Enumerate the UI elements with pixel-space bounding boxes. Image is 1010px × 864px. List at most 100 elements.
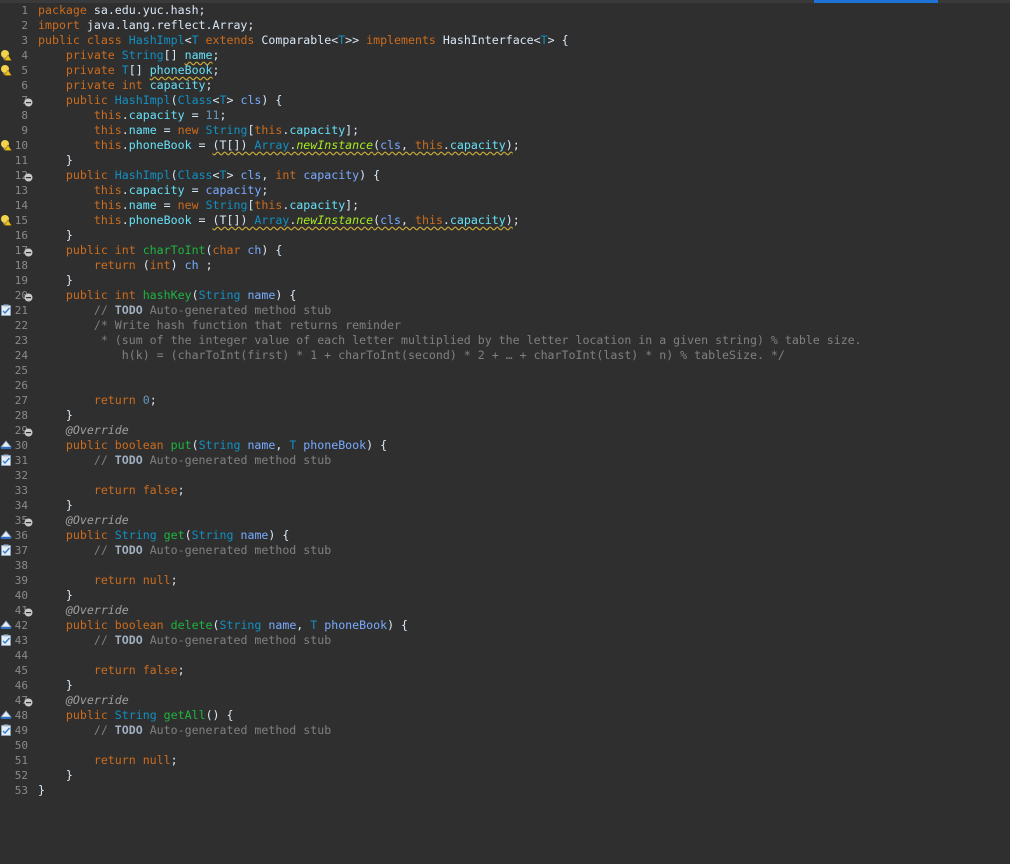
line-gutter[interactable]: 4 bbox=[0, 48, 30, 63]
code-line[interactable]: 7 public HashImpl(Class<T> cls) { bbox=[0, 93, 1010, 108]
code-line[interactable]: 49 // TODO Auto-generated method stub bbox=[0, 723, 1010, 738]
code-line[interactable]: 47 @Override bbox=[0, 693, 1010, 708]
line-gutter[interactable]: 32 bbox=[0, 468, 30, 483]
code-line[interactable]: 1 package sa.edu.yuc.hash; bbox=[0, 3, 1010, 18]
code-line[interactable]: 31 // TODO Auto-generated method stub bbox=[0, 453, 1010, 468]
line-gutter[interactable]: 51 bbox=[0, 753, 30, 768]
line-gutter[interactable]: 16 bbox=[0, 228, 30, 243]
line-gutter[interactable]: 2 bbox=[0, 18, 30, 33]
code-line[interactable]: 33 return false; bbox=[0, 483, 1010, 498]
code-line[interactable]: 16 } bbox=[0, 228, 1010, 243]
line-gutter[interactable]: 53 bbox=[0, 783, 30, 798]
code-line[interactable]: 10 this.phoneBook = (T[]) Array.newInsta… bbox=[0, 138, 1010, 153]
code-line[interactable]: 28 } bbox=[0, 408, 1010, 423]
code-line[interactable]: 42 public boolean delete(String name, T … bbox=[0, 618, 1010, 633]
code-text[interactable]: @Override bbox=[38, 423, 129, 438]
code-text[interactable]: public HashImpl(Class<T> cls, int capaci… bbox=[38, 168, 380, 183]
code-line[interactable]: 11 } bbox=[0, 153, 1010, 168]
code-line[interactable]: 39 return null; bbox=[0, 573, 1010, 588]
code-text[interactable]: this.name = new String[this.capacity]; bbox=[38, 123, 359, 138]
line-gutter[interactable]: 5 bbox=[0, 63, 30, 78]
code-text[interactable]: return null; bbox=[38, 753, 178, 768]
code-text[interactable]: } bbox=[38, 408, 73, 423]
line-gutter[interactable]: 24 bbox=[0, 348, 30, 363]
line-gutter[interactable]: 40 bbox=[0, 588, 30, 603]
code-line[interactable]: 3 public class HashImpl<T extends Compara… bbox=[0, 33, 1010, 48]
line-gutter[interactable]: 42 bbox=[0, 618, 30, 633]
code-text[interactable]: // TODO Auto-generated method stub bbox=[38, 723, 331, 738]
line-gutter[interactable]: 38 bbox=[0, 558, 30, 573]
code-line[interactable]: 6 private int capacity; bbox=[0, 78, 1010, 93]
line-gutter[interactable]: 45 bbox=[0, 663, 30, 678]
code-line[interactable]: 44 bbox=[0, 648, 1010, 663]
line-gutter[interactable]: 35 bbox=[0, 513, 33, 528]
line-gutter[interactable]: 50 bbox=[0, 738, 30, 753]
line-gutter[interactable]: 30 bbox=[0, 438, 30, 453]
code-text[interactable]: return null; bbox=[38, 573, 178, 588]
code-text[interactable]: private String[] name; bbox=[38, 48, 220, 63]
code-line[interactable]: 17 public int charToInt(char ch) { bbox=[0, 243, 1010, 258]
code-line[interactable]: 8 this.capacity = 11; bbox=[0, 108, 1010, 123]
fold-toggle-icon[interactable] bbox=[24, 246, 33, 257]
code-line[interactable]: 19 } bbox=[0, 273, 1010, 288]
code-editor[interactable]: 1 package sa.edu.yuc.hash; 2 import java.la… bbox=[0, 3, 1010, 798]
code-text[interactable]: return (int) ch ; bbox=[38, 258, 213, 273]
code-text[interactable]: } bbox=[38, 228, 73, 243]
line-gutter[interactable]: 8 bbox=[0, 108, 30, 123]
code-text[interactable]: } bbox=[38, 498, 73, 513]
code-line[interactable]: 35 @Override bbox=[0, 513, 1010, 528]
code-line[interactable]: 4 private String[] name; bbox=[0, 48, 1010, 63]
code-text[interactable]: // TODO Auto-generated method stub bbox=[38, 633, 331, 648]
line-gutter[interactable]: 13 bbox=[0, 183, 30, 198]
line-gutter[interactable]: 17 bbox=[0, 243, 33, 258]
code-line[interactable]: 12 public HashImpl(Class<T> cls, int cap… bbox=[0, 168, 1010, 183]
line-gutter[interactable]: 34 bbox=[0, 498, 30, 513]
line-gutter[interactable]: 44 bbox=[0, 648, 30, 663]
code-text[interactable]: this.phoneBook = (T[]) Array.newInstance… bbox=[38, 138, 520, 153]
code-text[interactable]: public String get(String name) { bbox=[38, 528, 289, 543]
line-gutter[interactable]: 39 bbox=[0, 573, 30, 588]
code-line[interactable]: 20 public int hashKey(String name) { bbox=[0, 288, 1010, 303]
code-text[interactable]: // TODO Auto-generated method stub bbox=[38, 303, 331, 318]
code-line[interactable]: 38 bbox=[0, 558, 1010, 573]
line-gutter[interactable]: 28 bbox=[0, 408, 30, 423]
code-line[interactable]: 24 h(k) = (charToInt(first) * 1 + charTo… bbox=[0, 348, 1010, 363]
code-line[interactable]: 40 } bbox=[0, 588, 1010, 603]
line-gutter[interactable]: 48 bbox=[0, 708, 30, 723]
fold-toggle-icon[interactable] bbox=[24, 426, 33, 437]
code-text[interactable]: } bbox=[38, 783, 45, 798]
code-text[interactable]: h(k) = (charToInt(first) * 1 + charToInt… bbox=[38, 348, 785, 363]
code-line[interactable]: 48 public String getAll() { bbox=[0, 708, 1010, 723]
code-text[interactable]: /* Write hash function that returns remi… bbox=[38, 318, 401, 333]
line-gutter[interactable]: 19 bbox=[0, 273, 30, 288]
code-line[interactable]: 45 return false; bbox=[0, 663, 1010, 678]
code-line[interactable]: 18 return (int) ch ; bbox=[0, 258, 1010, 273]
code-line[interactable]: 32 bbox=[0, 468, 1010, 483]
code-line[interactable]: 37 // TODO Auto-generated method stub bbox=[0, 543, 1010, 558]
code-text[interactable]: } bbox=[38, 588, 73, 603]
code-text[interactable]: @Override bbox=[38, 603, 129, 618]
code-text[interactable]: public HashImpl(Class<T> cls) { bbox=[38, 93, 282, 108]
line-gutter[interactable]: 33 bbox=[0, 483, 30, 498]
code-line[interactable]: 5 private T[] phoneBook; bbox=[0, 63, 1010, 78]
code-line[interactable]: 14 this.name = new String[this.capacity]… bbox=[0, 198, 1010, 213]
fold-toggle-icon[interactable] bbox=[24, 96, 33, 107]
code-line[interactable]: 46 } bbox=[0, 678, 1010, 693]
line-gutter[interactable]: 12 bbox=[0, 168, 33, 183]
line-gutter[interactable]: 11 bbox=[0, 153, 30, 168]
code-text[interactable]: return false; bbox=[38, 483, 185, 498]
code-text[interactable]: this.capacity = capacity; bbox=[38, 183, 269, 198]
code-line[interactable]: 9 this.name = new String[this.capacity]; bbox=[0, 123, 1010, 138]
code-text[interactable]: * (sum of the integer value of each lett… bbox=[38, 333, 862, 348]
code-line[interactable]: 29 @Override bbox=[0, 423, 1010, 438]
code-text[interactable]: public class HashImpl<T extends Comparab… bbox=[38, 33, 569, 48]
code-text[interactable]: public int hashKey(String name) { bbox=[38, 288, 296, 303]
line-gutter[interactable]: 46 bbox=[0, 678, 30, 693]
code-line[interactable]: 50 bbox=[0, 738, 1010, 753]
code-line[interactable]: 23 * (sum of the integer value of each l… bbox=[0, 333, 1010, 348]
code-text[interactable]: private T[] phoneBook; bbox=[38, 63, 220, 78]
fold-toggle-icon[interactable] bbox=[24, 696, 33, 707]
fold-toggle-icon[interactable] bbox=[24, 516, 33, 527]
code-text[interactable]: @Override bbox=[38, 513, 129, 528]
line-gutter[interactable]: 27 bbox=[0, 393, 30, 408]
